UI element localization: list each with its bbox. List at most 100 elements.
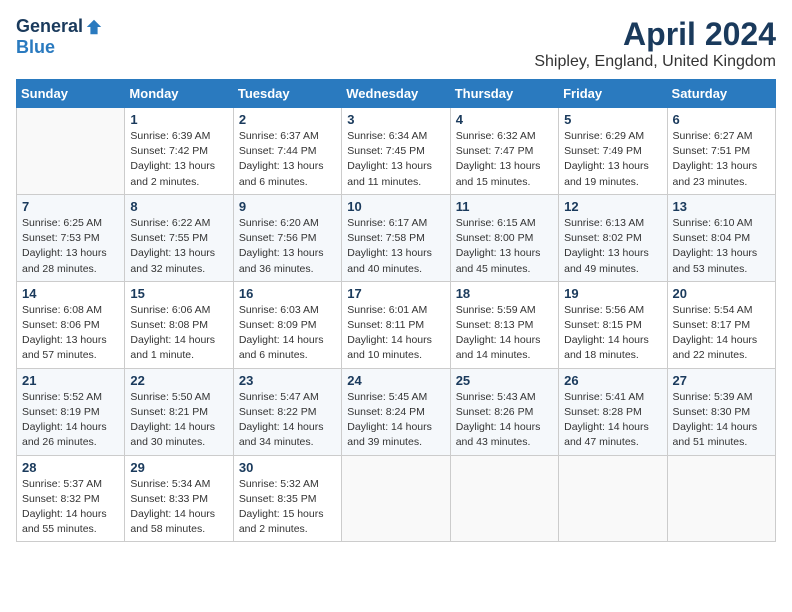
day-number: 14 <box>22 286 119 301</box>
day-cell: 29 Sunrise: 5:34 AM Sunset: 8:33 PM Dayli… <box>125 455 233 542</box>
day-detail: Sunrise: 5:50 AM Sunset: 8:21 PM Dayligh… <box>130 390 227 451</box>
day-number: 16 <box>239 286 336 301</box>
header-cell-thursday: Thursday <box>450 80 558 108</box>
day-number: 4 <box>456 112 553 127</box>
calendar-title: April 2024 <box>534 16 776 53</box>
day-cell: 2 Sunrise: 6:37 AM Sunset: 7:44 PM Daylig… <box>233 108 341 195</box>
day-cell: 27Sunrise: 5:39 AM Sunset: 8:30 PM Dayli… <box>667 368 775 455</box>
day-cell: 21 Sunrise: 5:52 AM Sunset: 8:19 PM Dayli… <box>17 368 125 455</box>
day-number: 12 <box>564 199 661 214</box>
day-detail: Sunrise: 5:41 AM Sunset: 8:28 PM Dayligh… <box>564 390 661 451</box>
day-number: 19 <box>564 286 661 301</box>
week-row-3: 14 Sunrise: 6:08 AM Sunset: 8:06 PM Dayli… <box>17 281 776 368</box>
day-number: 20 <box>673 286 770 301</box>
day-cell: 11 Sunrise: 6:15 AM Sunset: 8:00 PM Dayli… <box>450 194 558 281</box>
day-cell: 18Sunrise: 5:59 AM Sunset: 8:13 PM Dayli… <box>450 281 558 368</box>
day-cell <box>667 455 775 542</box>
day-detail: Sunrise: 5:52 AM Sunset: 8:19 PM Dayligh… <box>22 390 119 451</box>
day-detail: Sunrise: 6:13 AM Sunset: 8:02 PM Dayligh… <box>564 216 661 277</box>
header: General Blue April 2024 Shipley, England… <box>16 16 776 71</box>
day-detail: Sunrise: 6:10 AM Sunset: 8:04 PM Dayligh… <box>673 216 770 277</box>
title-area: April 2024 Shipley, England, United King… <box>534 16 776 71</box>
day-detail: Sunrise: 6:03 AM Sunset: 8:09 PM Dayligh… <box>239 303 336 364</box>
calendar-header-row: SundayMondayTuesdayWednesdayThursdayFrid… <box>17 80 776 108</box>
day-cell: 25Sunrise: 5:43 AM Sunset: 8:26 PM Dayli… <box>450 368 558 455</box>
day-cell: 24Sunrise: 5:45 AM Sunset: 8:24 PM Dayli… <box>342 368 450 455</box>
day-cell: 10Sunrise: 6:17 AM Sunset: 7:58 PM Dayli… <box>342 194 450 281</box>
day-cell: 14 Sunrise: 6:08 AM Sunset: 8:06 PM Dayli… <box>17 281 125 368</box>
day-number: 1 <box>130 112 227 127</box>
day-detail: Sunrise: 6:25 AM Sunset: 7:53 PM Dayligh… <box>22 216 119 277</box>
header-cell-monday: Monday <box>125 80 233 108</box>
day-number: 15 <box>130 286 227 301</box>
day-detail: Sunrise: 6:06 AM Sunset: 8:08 PM Dayligh… <box>130 303 227 364</box>
calendar-body: 1 Sunrise: 6:39 AM Sunset: 7:42 PM Daylig… <box>17 108 776 542</box>
day-detail: Sunrise: 5:32 AM Sunset: 8:35 PM Dayligh… <box>239 477 336 538</box>
day-cell: 9 Sunrise: 6:20 AM Sunset: 7:56 PM Daylig… <box>233 194 341 281</box>
day-detail: Sunrise: 5:47 AM Sunset: 8:22 PM Dayligh… <box>239 390 336 451</box>
week-row-4: 21 Sunrise: 5:52 AM Sunset: 8:19 PM Dayli… <box>17 368 776 455</box>
day-cell: 4 Sunrise: 6:32 AM Sunset: 7:47 PM Daylig… <box>450 108 558 195</box>
day-cell <box>17 108 125 195</box>
logo-blue: Blue <box>16 37 55 57</box>
day-cell: 26 Sunrise: 5:41 AM Sunset: 8:28 PM Dayli… <box>559 368 667 455</box>
day-detail: Sunrise: 5:43 AM Sunset: 8:26 PM Dayligh… <box>456 390 553 451</box>
header-cell-sunday: Sunday <box>17 80 125 108</box>
header-cell-friday: Friday <box>559 80 667 108</box>
day-number: 26 <box>564 373 661 388</box>
day-cell: 8 Sunrise: 6:22 AM Sunset: 7:55 PM Daylig… <box>125 194 233 281</box>
day-number: 13 <box>673 199 770 214</box>
day-number: 27 <box>673 373 770 388</box>
day-number: 3 <box>347 112 444 127</box>
day-cell <box>559 455 667 542</box>
day-detail: Sunrise: 6:20 AM Sunset: 7:56 PM Dayligh… <box>239 216 336 277</box>
day-detail: Sunrise: 6:37 AM Sunset: 7:44 PM Dayligh… <box>239 129 336 190</box>
day-number: 28 <box>22 460 119 475</box>
day-number: 17 <box>347 286 444 301</box>
day-cell: 12 Sunrise: 6:13 AM Sunset: 8:02 PM Dayli… <box>559 194 667 281</box>
day-number: 10 <box>347 199 444 214</box>
day-detail: Sunrise: 5:56 AM Sunset: 8:15 PM Dayligh… <box>564 303 661 364</box>
week-row-5: 28 Sunrise: 5:37 AM Sunset: 8:32 PM Dayli… <box>17 455 776 542</box>
day-number: 18 <box>456 286 553 301</box>
day-number: 11 <box>456 199 553 214</box>
day-cell <box>450 455 558 542</box>
day-detail: Sunrise: 5:37 AM Sunset: 8:32 PM Dayligh… <box>22 477 119 538</box>
day-number: 6 <box>673 112 770 127</box>
day-number: 9 <box>239 199 336 214</box>
day-cell <box>342 455 450 542</box>
day-cell: 15 Sunrise: 6:06 AM Sunset: 8:08 PM Dayli… <box>125 281 233 368</box>
day-number: 29 <box>130 460 227 475</box>
day-detail: Sunrise: 6:32 AM Sunset: 7:47 PM Dayligh… <box>456 129 553 190</box>
day-cell: 3 Sunrise: 6:34 AM Sunset: 7:45 PM Daylig… <box>342 108 450 195</box>
logo-general: General <box>16 16 83 37</box>
header-cell-saturday: Saturday <box>667 80 775 108</box>
day-number: 21 <box>22 373 119 388</box>
day-detail: Sunrise: 6:08 AM Sunset: 8:06 PM Dayligh… <box>22 303 119 364</box>
logo-icon <box>85 18 103 36</box>
day-detail: Sunrise: 6:22 AM Sunset: 7:55 PM Dayligh… <box>130 216 227 277</box>
day-detail: Sunrise: 6:39 AM Sunset: 7:42 PM Dayligh… <box>130 129 227 190</box>
day-number: 8 <box>130 199 227 214</box>
day-cell: 22 Sunrise: 5:50 AM Sunset: 8:21 PM Dayli… <box>125 368 233 455</box>
day-detail: Sunrise: 6:34 AM Sunset: 7:45 PM Dayligh… <box>347 129 444 190</box>
day-cell: 6Sunrise: 6:27 AM Sunset: 7:51 PM Daylig… <box>667 108 775 195</box>
day-number: 22 <box>130 373 227 388</box>
day-cell: 19 Sunrise: 5:56 AM Sunset: 8:15 PM Dayli… <box>559 281 667 368</box>
day-number: 30 <box>239 460 336 475</box>
day-cell: 30 Sunrise: 5:32 AM Sunset: 8:35 PM Dayli… <box>233 455 341 542</box>
day-number: 7 <box>22 199 119 214</box>
day-number: 2 <box>239 112 336 127</box>
day-cell: 13 Sunrise: 6:10 AM Sunset: 8:04 PM Dayli… <box>667 194 775 281</box>
day-detail: Sunrise: 6:29 AM Sunset: 7:49 PM Dayligh… <box>564 129 661 190</box>
day-number: 5 <box>564 112 661 127</box>
day-detail: Sunrise: 5:45 AM Sunset: 8:24 PM Dayligh… <box>347 390 444 451</box>
day-detail: Sunrise: 6:01 AM Sunset: 8:11 PM Dayligh… <box>347 303 444 364</box>
calendar-subtitle: Shipley, England, United Kingdom <box>534 53 776 71</box>
day-detail: Sunrise: 6:15 AM Sunset: 8:00 PM Dayligh… <box>456 216 553 277</box>
day-number: 23 <box>239 373 336 388</box>
day-cell: 23 Sunrise: 5:47 AM Sunset: 8:22 PM Dayli… <box>233 368 341 455</box>
calendar-table: SundayMondayTuesdayWednesdayThursdayFrid… <box>16 79 776 542</box>
day-detail: Sunrise: 5:34 AM Sunset: 8:33 PM Dayligh… <box>130 477 227 538</box>
day-cell: 1 Sunrise: 6:39 AM Sunset: 7:42 PM Daylig… <box>125 108 233 195</box>
